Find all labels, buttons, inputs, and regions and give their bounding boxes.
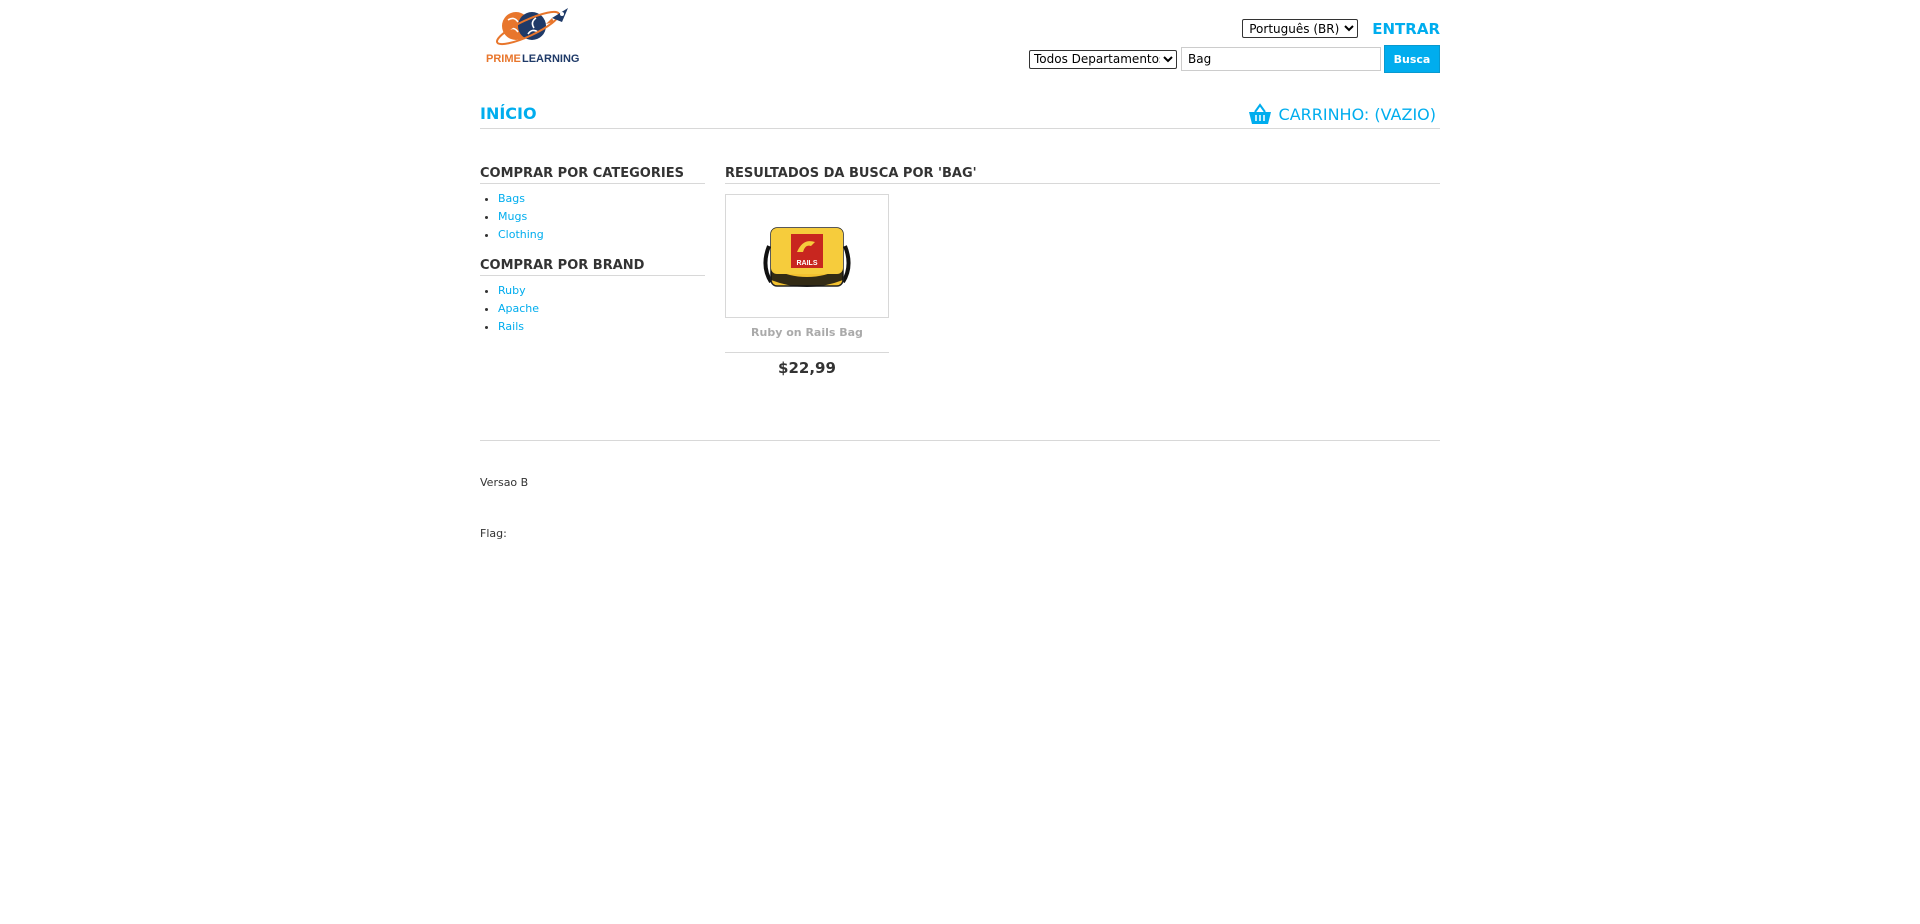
home-link[interactable]: INÍCIO xyxy=(480,104,537,123)
bag-logo-text: RAILS xyxy=(797,260,818,267)
department-select[interactable]: Todos Departamentos xyxy=(1029,49,1177,69)
search-bar: Todos Departamentos Busca xyxy=(1029,45,1440,73)
list-item: Clothing xyxy=(498,226,705,244)
search-input[interactable] xyxy=(1181,47,1381,71)
cart-link[interactable]: CARRINHO: (VAZIO) xyxy=(1247,103,1436,125)
language-login-row: Português (BR) ENTRAR xyxy=(1242,19,1440,38)
nav-bar: INÍCIO CARRINHO: (VAZIO) xyxy=(480,100,1440,129)
sidebar: COMPRAR POR CATEGORIES Bags Mugs Clothin… xyxy=(480,166,705,350)
results-heading: RESULTADOS DA BUSCA POR 'BAG' xyxy=(725,166,1440,184)
footer: Versao B Flag: xyxy=(480,440,1440,540)
brand-link-apache[interactable]: Apache xyxy=(498,302,539,315)
product-price: $22,99 xyxy=(778,359,836,377)
list-item: Ruby xyxy=(498,282,705,300)
product-name[interactable]: Ruby on Rails Bag xyxy=(725,326,889,353)
category-link-clothing[interactable]: Clothing xyxy=(498,228,544,241)
basket-icon xyxy=(1248,103,1271,124)
list-item: Bags xyxy=(498,190,705,208)
brand-heading: COMPRAR POR BRAND xyxy=(480,258,705,276)
categories-list: Bags Mugs Clothing xyxy=(480,190,705,244)
category-link-bags[interactable]: Bags xyxy=(498,192,525,205)
cart-label: CARRINHO: (VAZIO) xyxy=(1278,104,1436,124)
brand-link-ruby[interactable]: Ruby xyxy=(498,284,526,297)
version-text: Versao B xyxy=(480,476,529,489)
search-results: RESULTADOS DA BUSCA POR 'BAG' RAILS Ruby… xyxy=(725,166,1440,377)
list-item: Rails xyxy=(498,318,705,336)
logo-text-prime: PRIME xyxy=(486,53,521,65)
categories-heading: COMPRAR POR CATEGORIES xyxy=(480,166,705,184)
product-image[interactable]: RAILS xyxy=(725,194,889,318)
logo[interactable]: PRIME LEARNING xyxy=(480,6,598,72)
page-container: PRIME LEARNING Português (BR) ENTRAR Tod… xyxy=(480,0,1440,924)
language-select[interactable]: Português (BR) xyxy=(1242,19,1359,38)
search-button[interactable]: Busca xyxy=(1384,45,1440,73)
list-item: Mugs xyxy=(498,208,705,226)
login-link[interactable]: ENTRAR xyxy=(1372,20,1440,38)
bag-image: RAILS xyxy=(763,227,851,287)
logo-graphic: PRIME LEARNING xyxy=(486,8,579,65)
product-card: RAILS Ruby on Rails Bag $22,99 xyxy=(725,194,889,377)
list-item: Apache xyxy=(498,300,705,318)
brand-list: Ruby Apache Rails xyxy=(480,282,705,336)
brand-link-rails[interactable]: Rails xyxy=(498,320,524,333)
category-link-mugs[interactable]: Mugs xyxy=(498,210,527,223)
flag-text: Flag: xyxy=(480,527,507,540)
logo-text-learning: LEARNING xyxy=(522,53,579,65)
